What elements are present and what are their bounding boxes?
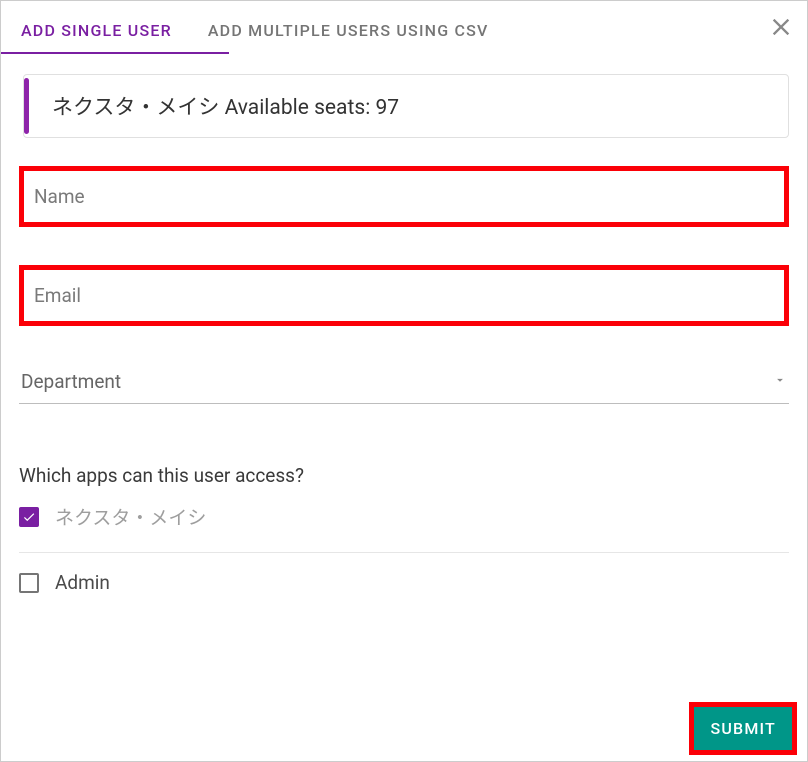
divider [19,552,789,553]
admin-checkbox[interactable] [19,573,39,593]
name-highlight [19,166,789,227]
tab-bar: ADD SINGLE USER ADD MULTIPLE USERS USING… [1,1,807,54]
app-checkbox[interactable] [19,507,39,527]
email-highlight [19,265,789,326]
email-input[interactable] [24,270,784,321]
submit-button[interactable]: SUBMIT [694,707,792,750]
seats-text: ネクスタ・メイシ Available seats: 97 [52,91,772,121]
app-checkbox-label: ネクスタ・メイシ [55,503,206,530]
seats-infobox: ネクスタ・メイシ Available seats: 97 [23,74,789,138]
chevron-down-icon [773,372,787,391]
department-select[interactable]: Department [19,364,789,404]
admin-checkbox-label: Admin [55,571,110,594]
email-field-wrap [19,265,789,326]
add-user-dialog: ADD SINGLE USER ADD MULTIPLE USERS USING… [0,0,808,762]
infobox-accent [24,78,29,134]
submit-highlight: SUBMIT [689,702,797,755]
name-input[interactable] [24,171,784,222]
tab-add-multiple-users[interactable]: ADD MULTIPLE USERS USING CSV [206,13,499,54]
dialog-content: ネクスタ・メイシ Available seats: 97 Department … [1,54,807,594]
apps-access-label: Which apps can this user access? [19,464,789,487]
close-icon[interactable] [767,13,795,41]
app-checkbox-row: ネクスタ・メイシ [19,503,789,530]
department-label: Department [21,370,121,393]
tab-indicator [1,52,229,54]
admin-checkbox-row: Admin [19,571,789,594]
tab-add-single-user[interactable]: ADD SINGLE USER [19,13,182,54]
name-field-wrap [19,166,789,227]
